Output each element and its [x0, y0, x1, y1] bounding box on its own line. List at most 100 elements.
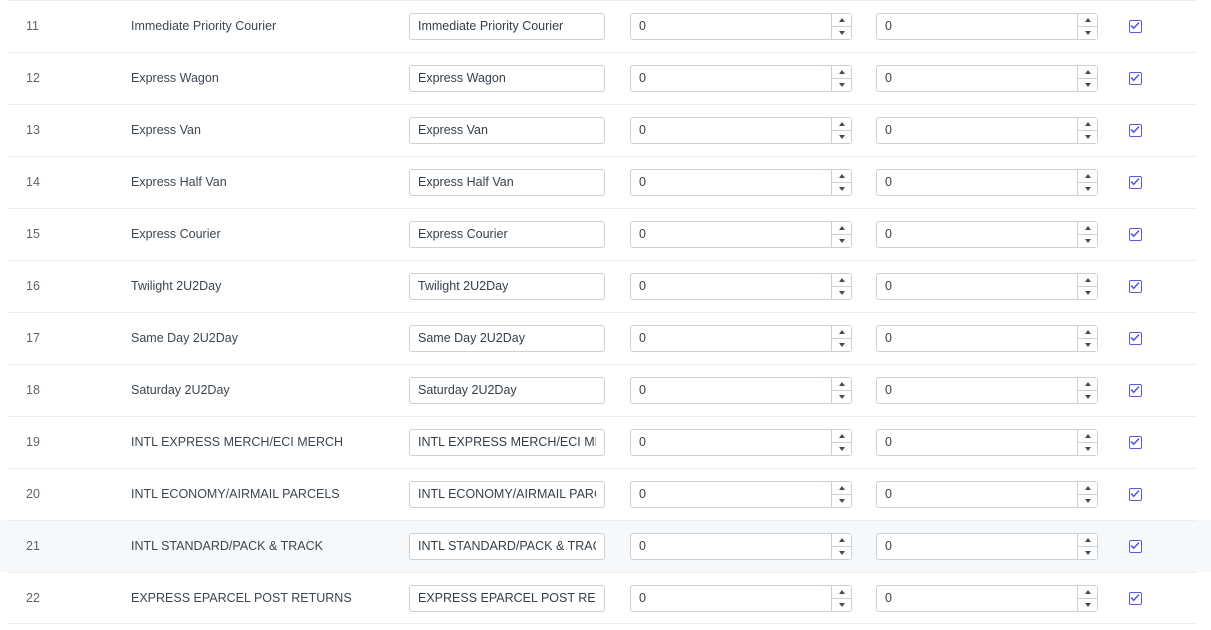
triangle-up-icon[interactable] [832, 221, 851, 235]
primary-number-input[interactable] [631, 481, 831, 507]
triangle-up-icon[interactable] [1078, 221, 1097, 235]
secondary-number-input[interactable] [877, 585, 1077, 611]
triangle-up-icon[interactable] [1078, 429, 1097, 443]
enabled-checkbox[interactable] [1129, 487, 1142, 501]
primary-number-stepper[interactable] [630, 12, 852, 40]
primary-number-input[interactable] [631, 169, 831, 195]
primary-number-input[interactable] [631, 429, 831, 455]
triangle-down-icon[interactable] [1078, 390, 1097, 403]
secondary-number-stepper[interactable] [876, 428, 1098, 456]
triangle-up-icon[interactable] [832, 325, 851, 339]
enabled-checkbox[interactable] [1129, 331, 1142, 345]
secondary-number-stepper[interactable] [876, 480, 1098, 508]
primary-number-input[interactable] [631, 221, 831, 247]
method-name-input[interactable] [409, 220, 605, 248]
primary-number-stepper[interactable] [630, 480, 852, 508]
secondary-number-input[interactable] [877, 13, 1077, 39]
triangle-down-icon[interactable] [832, 338, 851, 351]
primary-number-stepper[interactable] [630, 532, 852, 560]
triangle-down-icon[interactable] [832, 442, 851, 455]
secondary-number-stepper[interactable] [876, 272, 1098, 300]
primary-number-stepper[interactable] [630, 324, 852, 352]
triangle-up-icon[interactable] [1078, 481, 1097, 495]
primary-number-input[interactable] [631, 377, 831, 403]
secondary-number-stepper[interactable] [876, 532, 1098, 560]
triangle-down-icon[interactable] [1078, 598, 1097, 611]
triangle-up-icon[interactable] [1078, 13, 1097, 27]
secondary-number-input[interactable] [877, 65, 1077, 91]
secondary-number-stepper[interactable] [876, 376, 1098, 404]
method-name-input[interactable] [409, 428, 605, 456]
method-name-input[interactable] [409, 584, 605, 612]
enabled-checkbox[interactable] [1129, 123, 1142, 137]
triangle-up-icon[interactable] [832, 481, 851, 495]
secondary-number-input[interactable] [877, 533, 1077, 559]
primary-number-input[interactable] [631, 533, 831, 559]
primary-number-stepper[interactable] [630, 168, 852, 196]
primary-number-input[interactable] [631, 117, 831, 143]
triangle-up-icon[interactable] [1078, 65, 1097, 79]
secondary-number-stepper[interactable] [876, 220, 1098, 248]
enabled-checkbox[interactable] [1129, 19, 1142, 33]
enabled-checkbox[interactable] [1129, 383, 1142, 397]
secondary-number-input[interactable] [877, 169, 1077, 195]
triangle-up-icon[interactable] [1078, 169, 1097, 183]
triangle-down-icon[interactable] [832, 494, 851, 507]
secondary-number-stepper[interactable] [876, 324, 1098, 352]
primary-number-stepper[interactable] [630, 272, 852, 300]
enabled-checkbox[interactable] [1129, 71, 1142, 85]
triangle-down-icon[interactable] [1078, 442, 1097, 455]
triangle-up-icon[interactable] [1078, 377, 1097, 391]
secondary-number-input[interactable] [877, 377, 1077, 403]
triangle-down-icon[interactable] [832, 234, 851, 247]
method-name-input[interactable] [409, 116, 605, 144]
enabled-checkbox[interactable] [1129, 539, 1142, 553]
primary-number-stepper[interactable] [630, 376, 852, 404]
triangle-up-icon[interactable] [832, 117, 851, 131]
triangle-down-icon[interactable] [1078, 78, 1097, 91]
triangle-down-icon[interactable] [1078, 546, 1097, 559]
triangle-up-icon[interactable] [832, 533, 851, 547]
triangle-down-icon[interactable] [832, 598, 851, 611]
triangle-down-icon[interactable] [832, 286, 851, 299]
enabled-checkbox[interactable] [1129, 435, 1142, 449]
triangle-up-icon[interactable] [1078, 117, 1097, 131]
triangle-down-icon[interactable] [1078, 26, 1097, 39]
primary-number-input[interactable] [631, 585, 831, 611]
triangle-down-icon[interactable] [1078, 182, 1097, 195]
triangle-up-icon[interactable] [832, 169, 851, 183]
method-name-input[interactable] [409, 480, 605, 508]
primary-number-stepper[interactable] [630, 116, 852, 144]
enabled-checkbox[interactable] [1129, 227, 1142, 241]
triangle-down-icon[interactable] [832, 130, 851, 143]
secondary-number-input[interactable] [877, 117, 1077, 143]
primary-number-input[interactable] [631, 273, 831, 299]
enabled-checkbox[interactable] [1129, 279, 1142, 293]
secondary-number-stepper[interactable] [876, 12, 1098, 40]
primary-number-stepper[interactable] [630, 584, 852, 612]
triangle-down-icon[interactable] [832, 546, 851, 559]
method-name-input[interactable] [409, 12, 605, 40]
triangle-up-icon[interactable] [832, 585, 851, 599]
primary-number-stepper[interactable] [630, 220, 852, 248]
triangle-down-icon[interactable] [1078, 286, 1097, 299]
secondary-number-input[interactable] [877, 273, 1077, 299]
secondary-number-stepper[interactable] [876, 116, 1098, 144]
enabled-checkbox[interactable] [1129, 591, 1142, 605]
primary-number-stepper[interactable] [630, 428, 852, 456]
triangle-down-icon[interactable] [1078, 130, 1097, 143]
triangle-up-icon[interactable] [1078, 585, 1097, 599]
secondary-number-input[interactable] [877, 325, 1077, 351]
triangle-up-icon[interactable] [832, 273, 851, 287]
triangle-up-icon[interactable] [832, 429, 851, 443]
triangle-down-icon[interactable] [832, 26, 851, 39]
method-name-input[interactable] [409, 168, 605, 196]
triangle-down-icon[interactable] [832, 182, 851, 195]
triangle-down-icon[interactable] [1078, 494, 1097, 507]
triangle-up-icon[interactable] [832, 13, 851, 27]
triangle-down-icon[interactable] [832, 78, 851, 91]
primary-number-stepper[interactable] [630, 64, 852, 92]
method-name-input[interactable] [409, 324, 605, 352]
primary-number-input[interactable] [631, 65, 831, 91]
triangle-up-icon[interactable] [1078, 533, 1097, 547]
